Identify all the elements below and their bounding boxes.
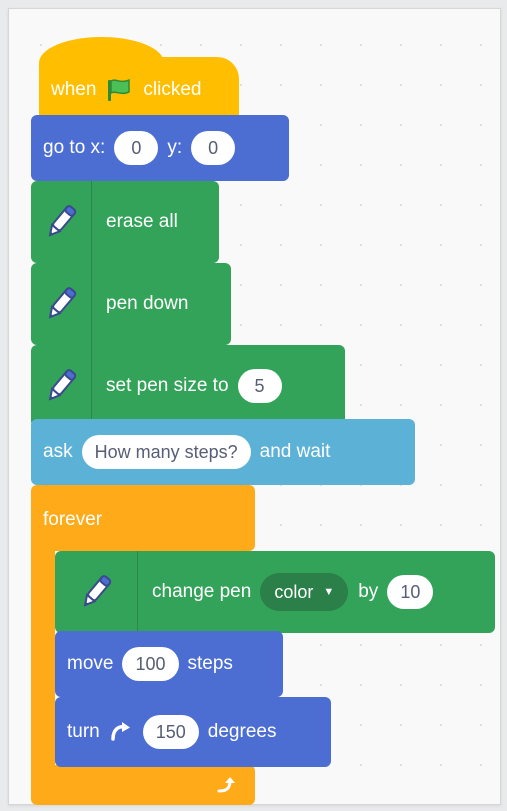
- set-pen-size-label: set pen size to: [106, 375, 229, 396]
- pen-icon: [55, 551, 138, 633]
- forever-arm: [31, 545, 55, 769]
- steps-label: steps: [187, 653, 233, 674]
- when-label: when: [51, 79, 97, 100]
- pen-size-input[interactable]: 5: [237, 369, 282, 403]
- turn-label: turn: [67, 721, 100, 742]
- ask-and-wait-block[interactable]: ask How many steps? and wait: [31, 419, 415, 485]
- y-input[interactable]: 0: [191, 131, 236, 165]
- go-to-label: go to x:: [43, 137, 106, 158]
- forever-label: forever: [43, 509, 103, 530]
- degrees-input[interactable]: 150: [142, 715, 199, 749]
- script-area[interactable]: when clicked go to x: 0 y: 0 erase all p…: [8, 8, 501, 805]
- move-steps-block[interactable]: move 100 steps: [55, 631, 283, 697]
- set-pen-size-block[interactable]: set pen size to 5: [31, 345, 345, 427]
- change-by-input[interactable]: 10: [387, 575, 434, 609]
- move-label: move: [67, 653, 114, 674]
- y-label: y:: [167, 137, 183, 158]
- chevron-down-icon: ▼: [323, 586, 335, 598]
- and-wait-label: and wait: [259, 441, 331, 462]
- clicked-label: clicked: [143, 79, 202, 100]
- by-label: by: [358, 581, 379, 602]
- pen-icon: [31, 263, 92, 345]
- change-pen-block[interactable]: change pen color ▼ by 10: [55, 551, 495, 633]
- loop-arrow-icon: [215, 775, 237, 802]
- erase-all-block[interactable]: erase all: [31, 181, 219, 263]
- pen-icon: [31, 181, 92, 263]
- rotate-clockwise-icon: [109, 721, 133, 743]
- erase-all-label: erase all: [106, 211, 178, 232]
- pen-down-block[interactable]: pen down: [31, 263, 231, 345]
- pen-param-dropdown[interactable]: color ▼: [260, 573, 349, 611]
- x-input[interactable]: 0: [114, 131, 159, 165]
- pen-param-value: color: [274, 581, 314, 602]
- steps-input[interactable]: 100: [122, 647, 179, 681]
- go-to-xy-block[interactable]: go to x: 0 y: 0: [31, 115, 289, 181]
- turn-degrees-block[interactable]: turn 150 degrees: [55, 697, 331, 767]
- degrees-label: degrees: [207, 721, 277, 742]
- hat-body: when clicked: [39, 57, 239, 123]
- ask-label: ask: [43, 441, 73, 462]
- change-pen-label: change pen: [152, 581, 252, 602]
- question-input[interactable]: How many steps?: [81, 435, 251, 469]
- pen-icon: [31, 345, 92, 427]
- pen-down-label: pen down: [106, 293, 189, 314]
- green-flag-icon: [105, 77, 133, 103]
